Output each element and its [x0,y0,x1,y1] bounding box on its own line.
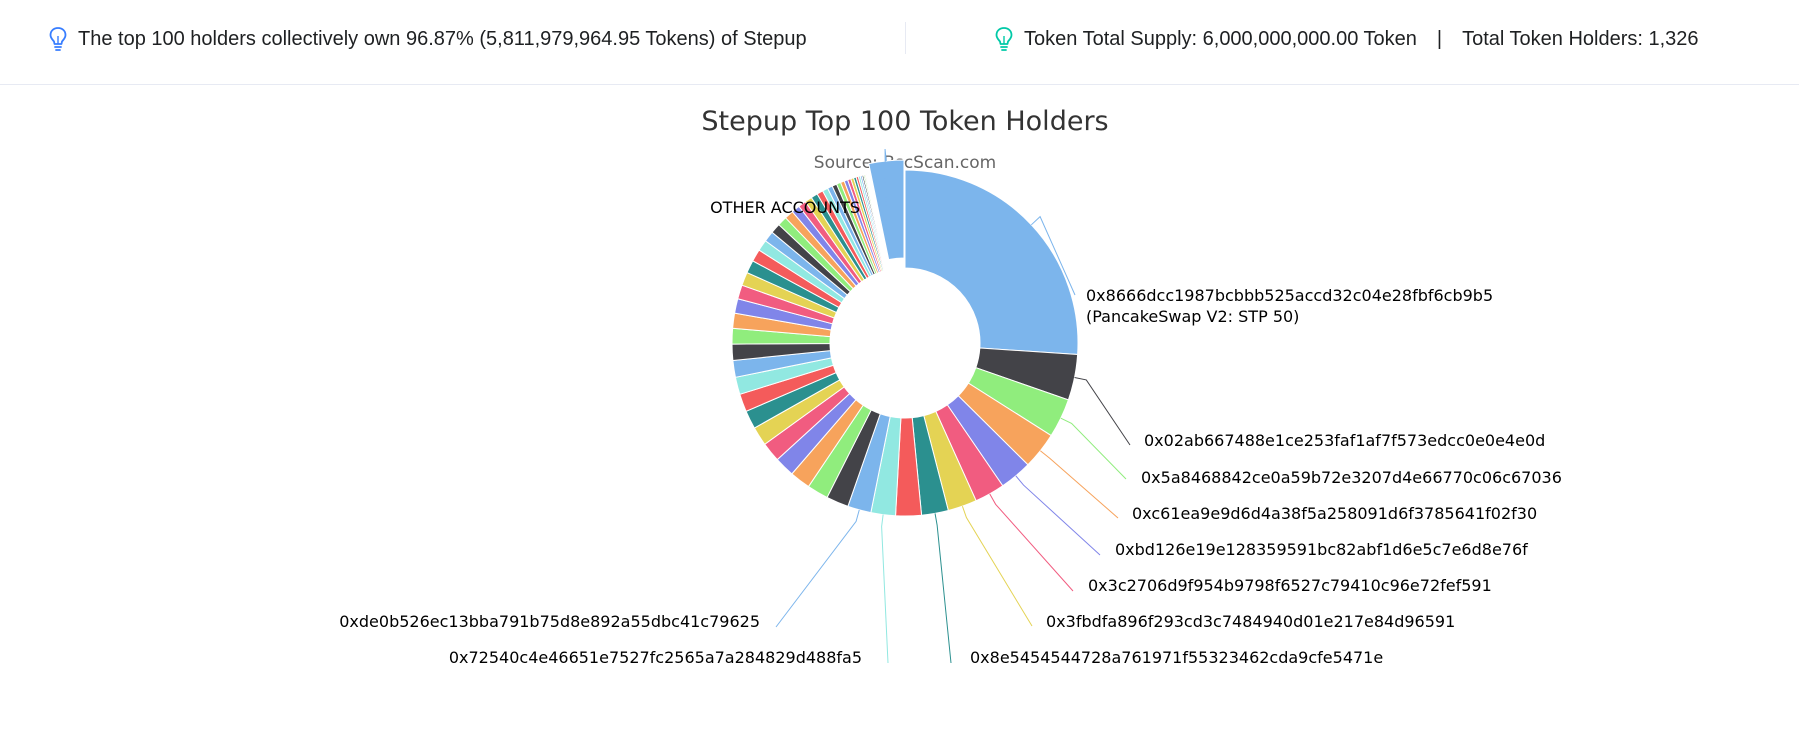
data-label: 0xc61ea9e9d6d4a38f5a258091d6f3785641f02f… [1132,504,1537,523]
holders-chart: Stepup Top 100 Token Holders Source: Bsc… [0,85,1799,740]
info-divider [905,22,906,54]
lightbulb-icon [49,27,67,51]
data-label: 0x8666dcc1987bcbbb525accd32c04e28fbf6cb9… [1086,286,1493,305]
data-label: 0x02ab667488e1ce253faf1af7f573edcc0e0e4e… [1144,431,1545,450]
data-label: 0x5a8468842ce0a59b72e3207d4e66770c06c670… [1141,468,1562,487]
label-connector [1060,417,1127,480]
label-connector [1040,450,1119,519]
top-holders-summary: The top 100 holders collectively own 96.… [48,24,807,54]
data-label: 0x3c2706d9f954b9798f6527c79410c96e72fef5… [1088,576,1492,595]
label-connector [881,514,889,664]
data-label-secondary: (PancakeSwap V2: STP 50) [1086,307,1299,326]
label-connector [934,513,952,664]
data-label: 0xbd126e19e128359591bc82abf1d6e5c7e6d8e7… [1115,540,1528,559]
label-connector [961,506,1033,627]
total-supply-text: Token Total Supply: 6,000,000,000.00 Tok… [1024,27,1417,50]
data-label: 0x8e5454544728a761971f55323462cda9cfe547… [970,648,1383,667]
data-label: 0x72540c4e46651e7527fc2565a7a284829d488f… [449,648,862,667]
data-label: 0x3fbdfa896f293cd3c7484940d01e217e84d965… [1046,612,1455,631]
lightbulb-icon [995,27,1013,51]
holders-donut-chart: Stepup Top 100 Token Holders Source: Bsc… [339,106,1562,667]
label-connector [1015,475,1101,556]
top-holders-text: The top 100 holders collectively own 96.… [78,27,807,50]
separator: | [1436,27,1443,50]
data-label: OTHER ACCOUNTS [710,198,860,217]
chart-title: Stepup Top 100 Token Holders [701,106,1108,137]
supply-summary: Token Total Supply: 6,000,000,000.00 Tok… [994,24,1699,54]
pie-slice[interactable] [904,169,1079,356]
data-label: 0xde0b526ec13bba791b75d8e892a55dbc41c796… [339,612,760,631]
label-connector [775,509,860,628]
total-holders-text: Total Token Holders: 1,326 [1462,27,1699,50]
info-bar: The top 100 holders collectively own 96.… [0,0,1799,85]
